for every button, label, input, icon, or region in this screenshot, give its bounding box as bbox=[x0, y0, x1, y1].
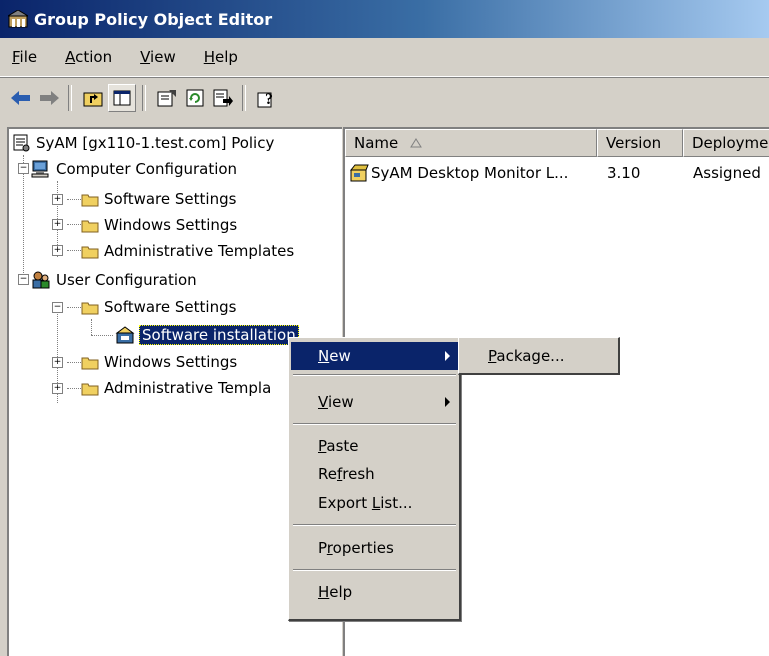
folder-icon bbox=[81, 357, 99, 369]
tree-item-uc-administrative-templates[interactable]: Administrative Templa bbox=[81, 376, 271, 400]
tree-connector bbox=[67, 307, 81, 308]
toolbar-separator bbox=[68, 85, 72, 111]
tree-label: Windows Settings bbox=[104, 216, 238, 234]
tree-connector bbox=[91, 335, 113, 336]
up-level-icon[interactable] bbox=[80, 85, 106, 111]
column-header-deployment[interactable]: Deployme bbox=[683, 129, 769, 157]
menu-separator bbox=[293, 374, 456, 376]
menu-help[interactable]: Help bbox=[200, 46, 242, 68]
menu-bar: File Action View Help bbox=[0, 38, 769, 77]
context-menu-new[interactable]: New bbox=[291, 342, 458, 370]
tree-item-user-configuration[interactable]: User Configuration bbox=[31, 268, 197, 292]
computer-icon bbox=[31, 160, 49, 178]
svg-text:?: ? bbox=[265, 91, 273, 108]
collapse-toggle-computer-config[interactable]: − bbox=[18, 163, 29, 174]
back-icon[interactable] bbox=[8, 85, 34, 111]
column-headers: Name Version Deployme bbox=[345, 129, 769, 159]
title-bar: Group Policy Object Editor bbox=[0, 0, 769, 38]
tree-connector bbox=[67, 199, 81, 200]
tree-item-cc-windows-settings[interactable]: Windows Settings bbox=[81, 213, 237, 237]
menu-separator bbox=[293, 524, 456, 526]
menu-action[interactable]: Action bbox=[61, 46, 116, 68]
sort-ascending-icon bbox=[410, 138, 423, 148]
refresh-icon[interactable] bbox=[182, 85, 208, 111]
expand-toggle-uc-windows[interactable]: + bbox=[52, 357, 63, 368]
expand-toggle-cc-windows[interactable]: + bbox=[52, 219, 63, 230]
context-menu-paste[interactable]: Paste bbox=[291, 432, 458, 460]
collapse-toggle-user-config[interactable]: − bbox=[18, 274, 29, 285]
tree-label: Computer Configuration bbox=[56, 160, 238, 178]
context-menu-export-list[interactable]: Export List... bbox=[291, 489, 458, 517]
expand-toggle-cc-admin[interactable]: + bbox=[52, 245, 63, 256]
tree-connector bbox=[67, 388, 81, 389]
context-menu-help[interactable]: Help bbox=[291, 578, 458, 606]
column-header-name[interactable]: Name bbox=[345, 129, 597, 157]
show-hide-tree-icon[interactable] bbox=[108, 84, 136, 112]
toolbar: ? bbox=[0, 77, 769, 118]
menu-separator bbox=[293, 569, 456, 571]
context-menu: New View Paste Refresh Export List... Pr… bbox=[288, 337, 461, 621]
new-submenu: Package... bbox=[458, 337, 620, 375]
tree-item-cc-software-settings[interactable]: Software Settings bbox=[81, 187, 236, 211]
submenu-arrow-icon bbox=[445, 351, 450, 361]
folder-icon bbox=[81, 194, 99, 206]
gpo-editor-app-icon bbox=[8, 10, 28, 28]
folder-icon bbox=[81, 302, 99, 314]
list-cell-version: 3.10 bbox=[607, 164, 641, 182]
toolbar-separator bbox=[142, 85, 146, 111]
context-menu-view[interactable]: View bbox=[291, 388, 458, 416]
menu-view[interactable]: View bbox=[136, 46, 180, 68]
tree-connector bbox=[23, 155, 24, 285]
window-title: Group Policy Object Editor bbox=[34, 9, 273, 29]
tree-label: Software Settings bbox=[104, 190, 237, 208]
column-header-version[interactable]: Version bbox=[597, 129, 683, 157]
list-item[interactable]: SyAM Desktop Monitor L... 3.10 Assigned bbox=[345, 161, 769, 185]
tree-connector bbox=[67, 362, 81, 363]
tree-item-uc-windows-settings[interactable]: Windows Settings bbox=[81, 350, 237, 374]
tree-item-root-policy[interactable]: SyAM [gx110-1.test.com] Policy bbox=[11, 131, 274, 155]
forward-icon[interactable] bbox=[36, 85, 62, 111]
tree-label: User Configuration bbox=[56, 271, 197, 289]
help-icon[interactable]: ? bbox=[254, 85, 280, 111]
tree-item-software-installation[interactable]: Software installation bbox=[115, 323, 299, 347]
tree-item-uc-software-settings[interactable]: Software Settings bbox=[81, 295, 236, 319]
expand-toggle-uc-admin[interactable]: + bbox=[52, 383, 63, 394]
collapse-toggle-uc-software[interactable]: − bbox=[52, 302, 63, 313]
tree-connector bbox=[91, 319, 92, 335]
software-installation-icon bbox=[115, 326, 135, 344]
tree-item-cc-administrative-templates[interactable]: Administrative Templates bbox=[81, 239, 294, 263]
submenu-package[interactable]: Package... bbox=[461, 342, 617, 370]
submenu-arrow-icon bbox=[445, 397, 450, 407]
package-icon bbox=[349, 164, 369, 182]
tree-connector bbox=[67, 250, 81, 251]
folder-icon bbox=[81, 246, 99, 258]
toolbar-separator bbox=[242, 85, 246, 111]
context-menu-properties[interactable]: Properties bbox=[291, 534, 458, 562]
context-menu-refresh[interactable]: Refresh bbox=[291, 460, 458, 488]
expand-toggle-cc-software[interactable]: + bbox=[52, 194, 63, 205]
export-list-icon[interactable] bbox=[210, 85, 236, 111]
tree-label: Administrative Templa bbox=[104, 379, 272, 397]
properties-icon[interactable] bbox=[154, 85, 180, 111]
policy-scroll-icon bbox=[13, 134, 30, 152]
tree-connector bbox=[67, 224, 81, 225]
menu-file[interactable]: File bbox=[8, 46, 41, 68]
tree-item-computer-configuration[interactable]: Computer Configuration bbox=[31, 157, 237, 181]
tree-label: Administrative Templates bbox=[104, 242, 295, 260]
users-icon bbox=[32, 271, 50, 289]
list-cell-name: SyAM Desktop Monitor L... bbox=[371, 164, 569, 182]
tree-label: SyAM [gx110-1.test.com] Policy bbox=[36, 134, 275, 152]
tree-label: Software Settings bbox=[104, 298, 237, 316]
folder-icon bbox=[81, 383, 99, 395]
folder-icon bbox=[81, 220, 99, 232]
list-cell-deployment: Assigned bbox=[693, 164, 761, 182]
tree-label-selected: Software installation bbox=[139, 325, 299, 345]
menu-separator bbox=[293, 423, 456, 425]
tree-label: Windows Settings bbox=[104, 353, 238, 371]
